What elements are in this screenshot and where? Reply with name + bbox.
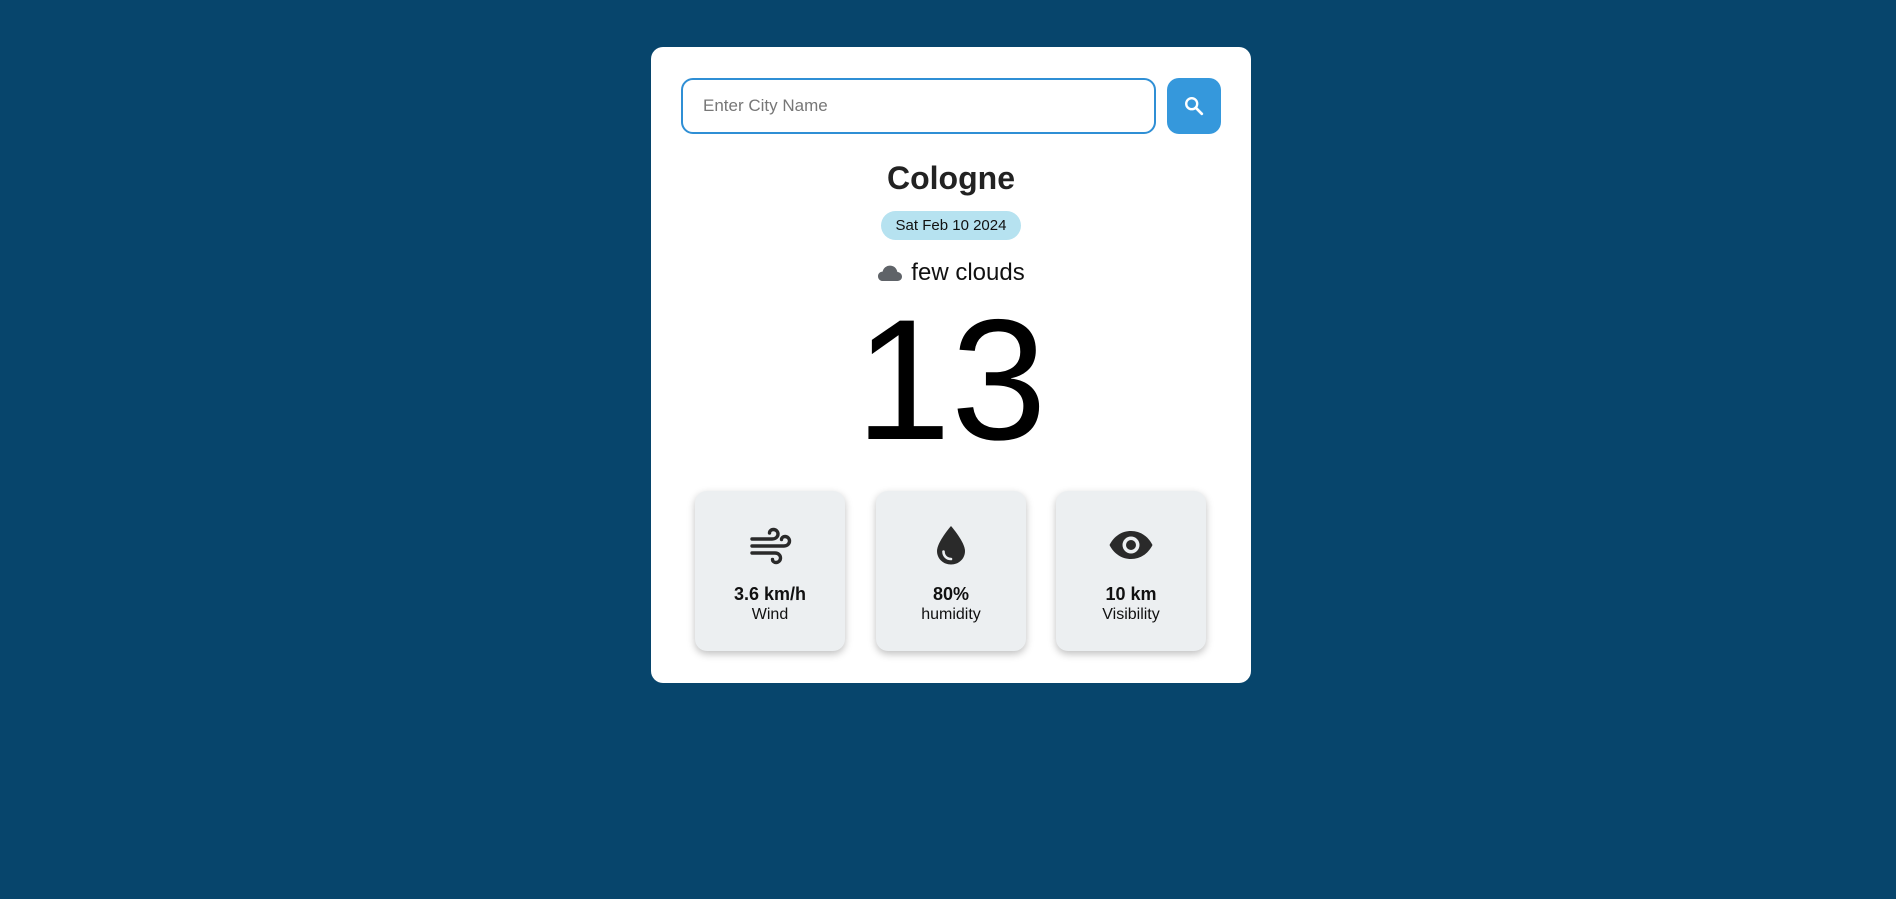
wind-value: 3.6 km/h bbox=[733, 584, 807, 604]
visibility-label: Visibility bbox=[1102, 606, 1160, 623]
wind-stat-card: 3.6 km/h Wind bbox=[695, 491, 845, 651]
eye-icon bbox=[1109, 531, 1153, 559]
wind-icon bbox=[750, 527, 792, 565]
humidity-stat-card: 80% humidity bbox=[876, 491, 1026, 651]
temperature-value: 13 bbox=[855, 284, 1047, 476]
wind-label: Wind bbox=[751, 606, 789, 623]
visibility-stat-card: 10 km Visibility bbox=[1056, 491, 1206, 651]
condition-text: few clouds bbox=[911, 259, 1025, 286]
humidity-value: 80% bbox=[932, 584, 970, 604]
city-name: Cologne bbox=[887, 160, 1015, 196]
search-button[interactable] bbox=[1167, 78, 1221, 134]
search-bar bbox=[681, 78, 1221, 134]
date-badge: Sat Feb 10 2024 bbox=[881, 211, 1021, 240]
visibility-value: 10 km bbox=[1105, 584, 1157, 604]
water-drop-icon bbox=[937, 526, 965, 565]
cloud-icon bbox=[878, 265, 903, 281]
search-input[interactable] bbox=[681, 78, 1156, 134]
search-icon bbox=[1185, 97, 1204, 116]
weather-card: Cologne Sat Feb 10 2024 few clouds 13 3.… bbox=[651, 47, 1251, 683]
humidity-label: humidity bbox=[921, 606, 981, 623]
